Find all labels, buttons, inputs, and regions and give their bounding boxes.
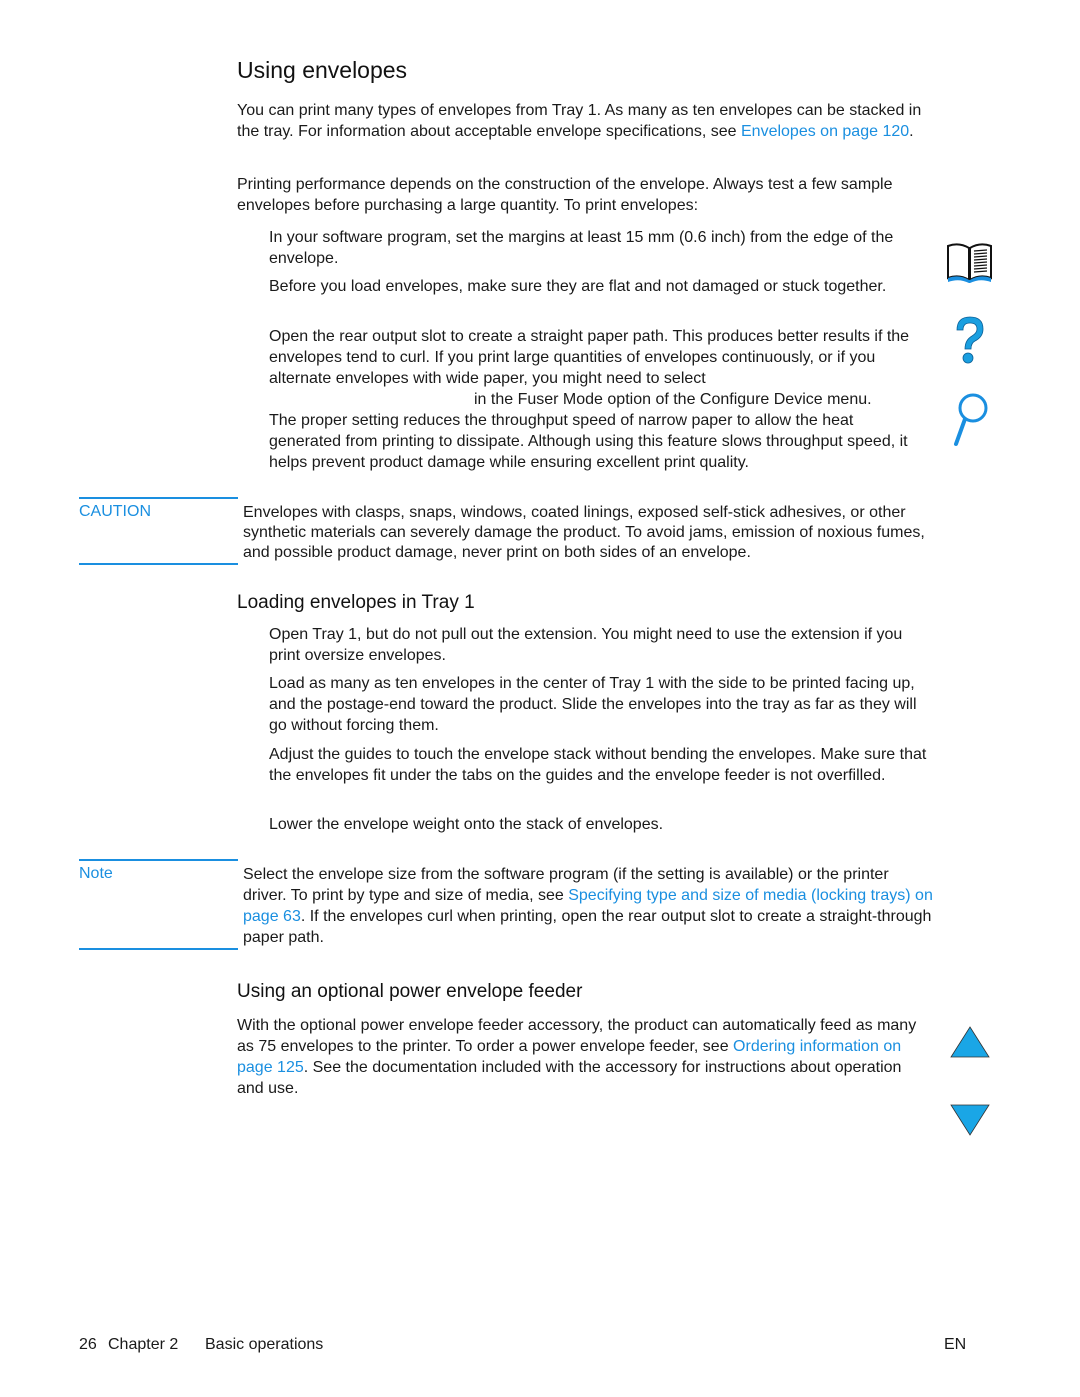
footer-lang: EN [944, 1336, 967, 1353]
loading-step-3: Adjust the guides to touch the envelope … [269, 746, 927, 784]
loading-step-4: Lower the envelope weight onto the stack… [269, 816, 664, 833]
triangle-up-icon[interactable] [945, 1025, 995, 1060]
note-text: Select the envelope size from the softwa… [243, 864, 933, 948]
step-3-continued: in the Fuser Mode option of the Configur… [474, 391, 872, 408]
footer-chapter: Chapter 2 [108, 1336, 179, 1353]
caution-text: Envelopes with clasps, snaps, windows, c… [243, 504, 925, 561]
step-2: Before you load envelopes, make sure the… [269, 278, 887, 295]
feeder-text-after: . See the documentation included with th… [237, 1059, 902, 1097]
intro-after: . [909, 123, 914, 140]
note-bottom-rule [79, 948, 238, 950]
book-icon[interactable] [945, 240, 995, 285]
note-label: Note [79, 865, 113, 882]
loading-step-2: Load as many as ten envelopes in the cen… [269, 675, 917, 734]
caution-top-rule [79, 497, 238, 499]
question-icon[interactable] [945, 312, 995, 367]
step-3: Open the rear output slot to create a st… [269, 328, 910, 387]
step-3-note: The proper setting reduces the throughpu… [269, 412, 908, 471]
page-title: Using envelopes [237, 57, 408, 83]
note-text-after: . If the envelopes curl when printing, o… [243, 908, 932, 946]
envelopes-link[interactable]: Envelopes on page 120 [741, 123, 909, 140]
caution-label: CAUTION [79, 503, 151, 520]
performance-paragraph: Printing performance depends on the cons… [237, 176, 893, 214]
loading-step-1: Open Tray 1, but do not pull out the ext… [269, 626, 903, 664]
step-1: In your software program, set the margin… [269, 229, 894, 267]
note-top-rule [79, 859, 238, 861]
feeder-heading: Using an optional power envelope feeder [237, 981, 583, 1002]
caution-bottom-rule [79, 563, 238, 565]
intro-paragraph: You can print many types of envelopes fr… [237, 100, 927, 142]
magnifier-icon[interactable] [945, 390, 995, 450]
footer-section: Basic operations [205, 1336, 324, 1353]
loading-heading: Loading envelopes in Tray 1 [237, 592, 475, 613]
footer-page-number: 26 [79, 1336, 97, 1353]
triangle-down-icon[interactable] [945, 1103, 995, 1138]
feeder-paragraph: With the optional power envelope feeder … [237, 1015, 927, 1099]
